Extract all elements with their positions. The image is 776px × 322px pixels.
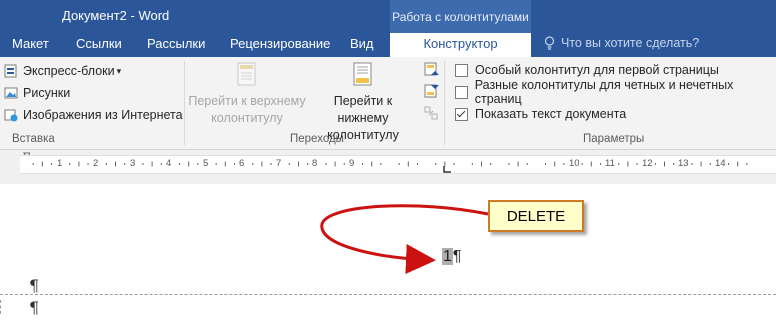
link-to-previous-icon[interactable] [423,105,439,124]
header-boundary-line [0,294,776,295]
context-tab-group-title: Работа с колонтитулами [390,0,531,33]
ruler-number: 1 [57,158,63,169]
lightbulb-icon [544,36,555,50]
go-to-footer-label-line1: Перейти к нижнему [333,94,393,125]
group-separator [444,61,445,145]
ruler-number: 2 [93,158,99,169]
ruler-number: 6 [239,158,245,169]
pilcrow: ¶ [452,248,462,265]
page-number-selected[interactable]: 1 [442,248,453,265]
pictures-label: Рисунки [23,86,71,100]
quick-parts-button[interactable]: Экспресс-блоки ▾ [4,61,121,81]
ruler-number: 13 [678,158,689,169]
ruler-number: 14 [715,158,726,169]
online-picture-icon [4,108,18,122]
tab-stop-icon[interactable] [442,166,452,174]
ruler-number: 3 [130,158,136,169]
margin-line [0,300,3,314]
picture-icon [4,86,18,100]
chevron-down-icon: ▾ [116,65,122,76]
tell-me-text: Что вы хотите сделать? [561,36,700,50]
option-show-document-text[interactable]: Показать текст документа [455,105,626,123]
option-label: Разные колонтитулы для четных и нечетных… [474,78,734,106]
go-to-header-label-line2: колонтитулу [211,111,283,125]
group-separator [184,61,185,145]
go-to-footer-icon [351,61,375,89]
option-different-odd-even[interactable]: Разные колонтитулы для четных и нечетных… [455,78,776,106]
checkbox-checked[interactable] [455,107,468,121]
tell-me-box[interactable]: Что вы хотите сделать? [544,36,699,50]
curved-arrow-icon [320,204,489,275]
next-section-icon[interactable] [423,83,439,102]
group-label-options: Параметры [583,133,645,145]
document-title: Документ2 - Word [62,8,170,23]
ribbon: Экспресс-блоки ▾ Рисунки Изображения из … [0,57,776,150]
ruler-number: 11 [605,158,615,169]
go-to-header-label-line1: Перейти к верхнему [188,94,306,108]
pictures-button[interactable]: Рисунки [4,83,70,103]
ruler-number: 7 [276,158,282,169]
go-to-header-icon [235,61,259,89]
quick-parts-icon [4,64,18,78]
horizontal-ruler[interactable]: 1 2 3 4 5 6 7 8 9 10 11 12 13 14 [20,155,776,174]
tab-mailings[interactable]: Рассылки [147,33,205,57]
group-label-insert: Вставка [12,133,55,145]
ruler-number: 8 [312,158,318,169]
previous-section-icon[interactable] [423,61,439,80]
ruler-number: 4 [166,158,172,169]
option-label: Показать текст документа [475,107,627,121]
tab-references[interactable]: Ссылки [76,33,122,57]
ruler-number: 5 [203,158,209,169]
header-page-number[interactable]: 1¶ [442,248,462,266]
checkbox[interactable] [455,85,468,99]
pilcrow: ¶ [29,276,40,295]
tab-review[interactable]: Рецензирование [230,33,330,57]
tab-design[interactable]: Конструктор [390,33,531,57]
group-label-navigation: Переходы [290,133,344,145]
online-pictures-button[interactable]: Изображения из Интернета [4,105,183,125]
title-bar: Документ2 - Word [0,0,776,33]
quick-parts-label: Экспресс-блоки [23,64,115,78]
tab-layout[interactable]: Макет [12,33,49,57]
ruler-number: 10 [569,158,580,169]
ruler-number: 9 [349,158,355,169]
ruler-area: 1 2 3 4 5 6 7 8 9 10 11 12 13 14 [0,150,776,184]
option-different-first-page[interactable]: Особый колонтитул для первой страницы [455,61,719,79]
option-label: Особый колонтитул для первой страницы [475,63,719,77]
tab-view[interactable]: Вид [350,33,374,57]
online-pictures-label: Изображения из Интернета [23,108,183,122]
go-to-header-button[interactable]: Перейти к верхнему колонтитулу [188,61,306,127]
arrow-annotation [320,204,489,275]
go-to-footer-button[interactable]: Перейти к нижнему колонтитулу [307,61,419,144]
checkbox[interactable] [455,63,468,77]
ruler-number: 12 [642,158,653,169]
pilcrow: ¶ [29,298,40,317]
